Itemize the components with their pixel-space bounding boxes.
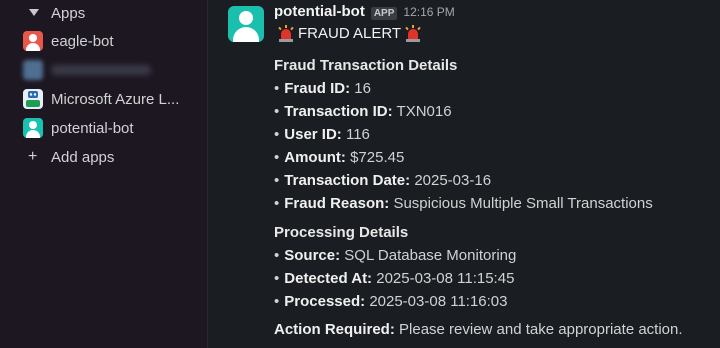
caret-down-icon[interactable]	[29, 9, 39, 16]
add-apps-button[interactable]: + Add apps	[0, 144, 207, 170]
processing-row: • Source: SQL Database Monitoring	[274, 247, 517, 264]
sidebar-item-label: potential-bot	[51, 119, 134, 137]
detail-row: • Amount: $725.45	[274, 149, 405, 166]
add-apps-label: Add apps	[51, 148, 115, 166]
detail-row: • User ID: 116	[274, 126, 370, 143]
section-title-processing-details: Processing Details	[274, 224, 409, 241]
sidebar-item-potential-bot[interactable]: potential-bot	[0, 115, 207, 141]
azure-bot-icon	[23, 89, 43, 109]
rotating-light-icon	[278, 25, 294, 42]
message-pane: potential-bot APP 12:16 PM FRAUD ALERT F…	[208, 0, 720, 348]
sidebar-item-label: eagle-bot	[51, 32, 114, 50]
detail-row: • Transaction ID: TXN016	[274, 103, 452, 120]
alert-title: FRAUD ALERT	[298, 25, 402, 42]
avatar	[23, 118, 43, 138]
app-badge: APP	[370, 7, 398, 20]
rotating-light-icon	[405, 25, 421, 42]
sidebar-item-eagle-bot[interactable]: eagle-bot	[0, 28, 207, 54]
processing-row: • Detected At: 2025-03-08 11:15:45	[274, 270, 515, 287]
detail-row: • Transaction Date: 2025-03-16	[274, 172, 492, 189]
plus-icon: +	[28, 148, 38, 165]
timestamp[interactable]: 12:16 PM	[403, 5, 454, 19]
processing-row: • Processed: 2025-03-08 11:16:03	[274, 293, 508, 310]
author-name[interactable]: potential-bot	[274, 3, 365, 20]
section-title-fraud-details: Fraud Transaction Details	[274, 57, 458, 74]
avatar	[23, 31, 43, 51]
sidebar: Apps eagle-bot Microsoft Azure L... pote…	[0, 0, 208, 348]
bot-avatar[interactable]	[228, 6, 264, 42]
message-header: potential-bot APP 12:16 PM	[274, 3, 455, 20]
avatar	[23, 60, 43, 80]
detail-row: • Fraud ID: 16	[274, 80, 371, 97]
sidebar-item-label: Microsoft Azure L...	[51, 90, 180, 108]
blurred-label	[51, 65, 151, 75]
apps-section-header[interactable]: Apps	[0, 0, 207, 26]
alert-title-line: FRAUD ALERT	[274, 25, 425, 42]
action-required: Action Required: Please review and take …	[274, 321, 683, 338]
detail-row: • Fraud Reason: Suspicious Multiple Small…	[274, 195, 653, 212]
sidebar-item-microsoft-azure[interactable]: Microsoft Azure L...	[0, 86, 207, 112]
apps-section-label: Apps	[51, 4, 86, 22]
sidebar-item-blurred[interactable]	[0, 57, 207, 83]
